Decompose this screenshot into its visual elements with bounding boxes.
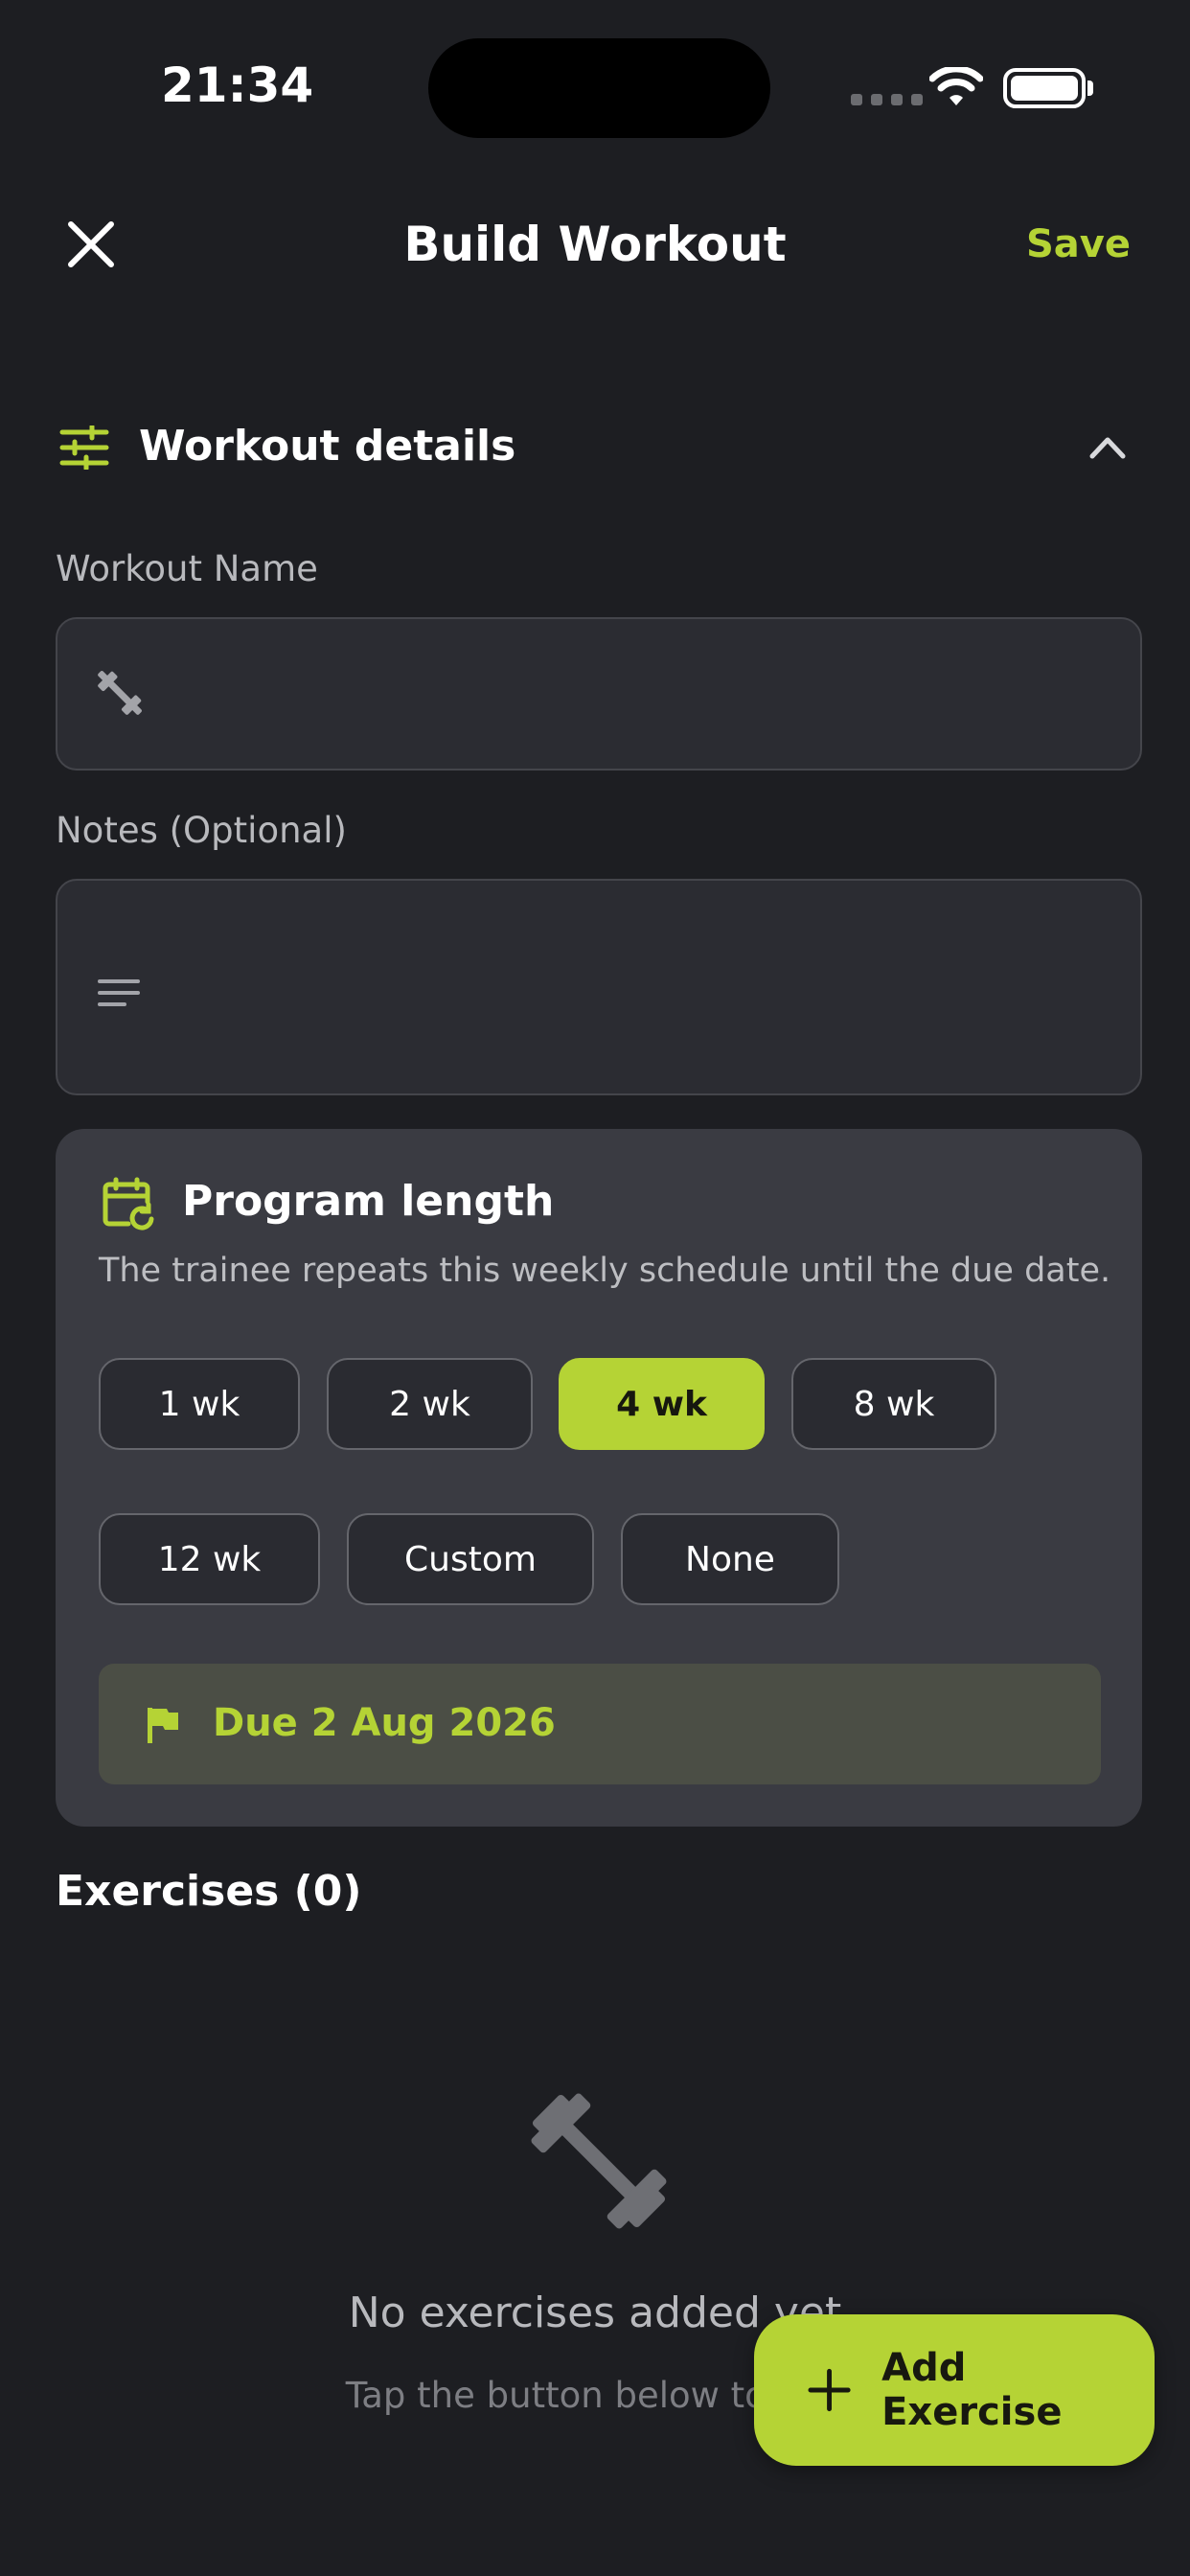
notes-lines-icon xyxy=(98,979,140,1006)
status-time: 21:34 xyxy=(161,58,314,113)
exercises-title: Exercises (0) xyxy=(56,1867,362,1916)
chip-4-wk[interactable]: 4 wk xyxy=(559,1358,765,1450)
due-date-text: Due 2 Aug 2026 xyxy=(213,1701,556,1745)
chip-1-wk[interactable]: 1 wk xyxy=(99,1358,300,1450)
chip-12-wk[interactable]: 12 wk xyxy=(99,1513,320,1605)
chevron-up-icon[interactable] xyxy=(1088,433,1127,460)
page-title: Build Workout xyxy=(403,217,787,272)
save-button[interactable]: Save xyxy=(1026,222,1131,266)
flag-icon xyxy=(148,1708,178,1743)
program-length-title: Program length xyxy=(182,1177,555,1226)
workout-name-label: Workout Name xyxy=(56,548,318,589)
notes-input[interactable] xyxy=(172,881,1111,1093)
chip-none[interactable]: None xyxy=(621,1513,839,1605)
battery-icon xyxy=(1003,68,1086,108)
workout-details-title: Workout details xyxy=(139,422,516,471)
plus-icon xyxy=(808,2368,851,2412)
workout-name-field[interactable] xyxy=(56,617,1142,770)
sliders-icon xyxy=(59,426,109,470)
chip-2-wk[interactable]: 2 wk xyxy=(327,1358,533,1450)
notes-label: Notes (Optional) xyxy=(56,810,347,851)
dynamic-island xyxy=(428,38,770,138)
add-exercise-button[interactable]: Add Exercise xyxy=(754,2314,1155,2466)
dumbbell-icon xyxy=(98,671,142,715)
program-length-description: The trainee repeats this weekly schedule… xyxy=(99,1252,1111,1290)
chip-8-wk[interactable]: 8 wk xyxy=(791,1358,996,1450)
workout-name-input[interactable] xyxy=(172,619,1111,769)
calendar-repeat-icon xyxy=(103,1177,154,1230)
dumbbell-empty-icon xyxy=(531,2093,667,2229)
cellular-signal-icon xyxy=(851,94,923,105)
notes-field[interactable] xyxy=(56,879,1142,1095)
battery-nub xyxy=(1087,80,1093,96)
chip-custom[interactable]: Custom xyxy=(347,1513,594,1605)
wifi-icon xyxy=(929,67,983,105)
add-exercise-label: Add Exercise xyxy=(881,2346,1063,2434)
